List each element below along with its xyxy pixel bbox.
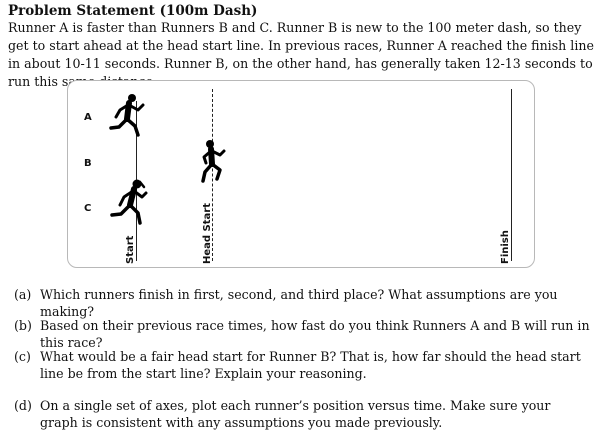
- question-c: (c) What would be a fair head start for …: [14, 348, 592, 382]
- problem-title: Problem Statement (100m Dash): [8, 3, 258, 19]
- runner-c-icon: [110, 179, 148, 225]
- race-figure: A B C Start Head Start Finish: [67, 80, 535, 268]
- head-start-label: Head Start: [202, 203, 213, 264]
- question-text: Which runners finish in first, second, a…: [40, 287, 558, 319]
- question-label: (c): [14, 349, 31, 364]
- lane-label-a: A: [84, 112, 92, 123]
- question-text: Based on their previous race times, how …: [40, 318, 590, 350]
- question-b: (b) Based on their previous race times, …: [14, 317, 592, 351]
- question-label: (b): [14, 318, 32, 333]
- question-text: What would be a fair head start for Runn…: [40, 349, 581, 381]
- runner-b-icon: [201, 140, 226, 183]
- question-label: (a): [14, 287, 32, 302]
- question-d: (d) On a single set of axes, plot each r…: [14, 397, 592, 431]
- lane-label-c: C: [84, 203, 92, 214]
- start-label: Start: [125, 235, 136, 264]
- question-a: (a) Which runners finish in first, secon…: [14, 286, 592, 320]
- lane-label-b: B: [84, 158, 92, 169]
- runner-a-icon: [109, 94, 145, 137]
- question-text: On a single set of axes, plot each runne…: [40, 398, 551, 430]
- finish-line: [511, 89, 512, 261]
- question-label: (d): [14, 398, 32, 413]
- finish-label: Finish: [500, 230, 511, 264]
